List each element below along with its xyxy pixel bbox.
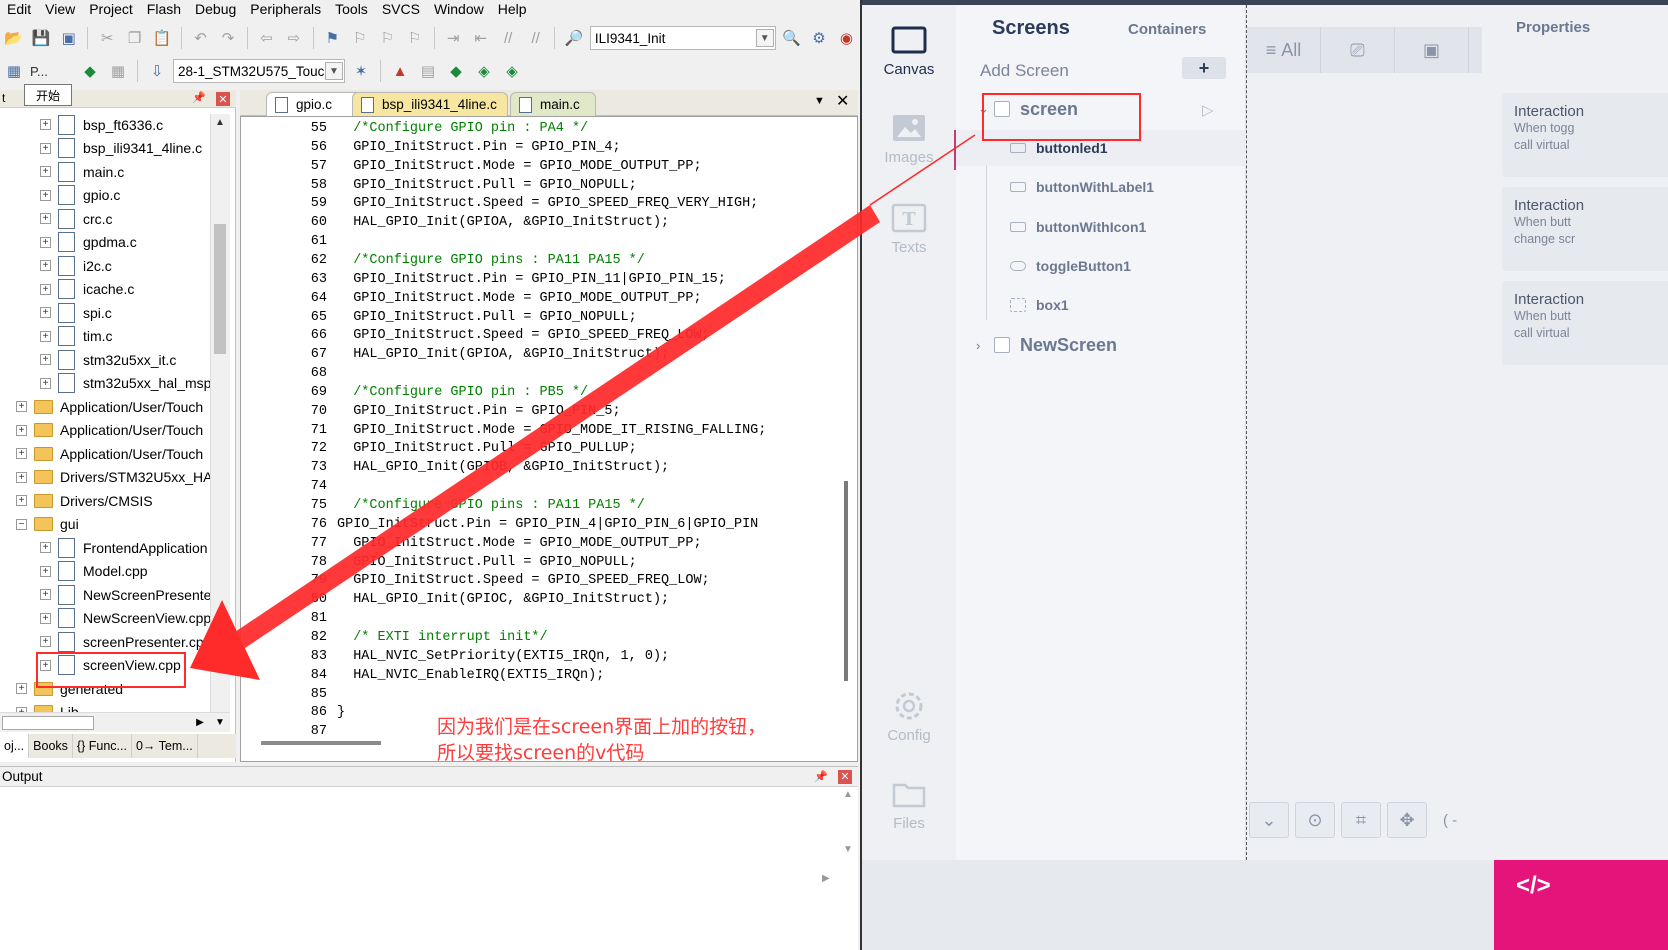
arrow-shaft bbox=[232, 205, 880, 650]
annotation-line: 因为我们是在screen界面上加的按钮， bbox=[437, 716, 767, 738]
annotation-pointer-line bbox=[869, 134, 976, 206]
highlight-screen-row bbox=[982, 93, 1141, 141]
annotation-text: 因为我们是在screen界面上加的按钮， 所以要找screen的v代码 bbox=[437, 714, 797, 766]
annotation-arrow bbox=[190, 134, 976, 680]
annotation-line: 所以要找screen的v代码 bbox=[437, 742, 645, 764]
highlight-screenview-file bbox=[36, 652, 186, 688]
